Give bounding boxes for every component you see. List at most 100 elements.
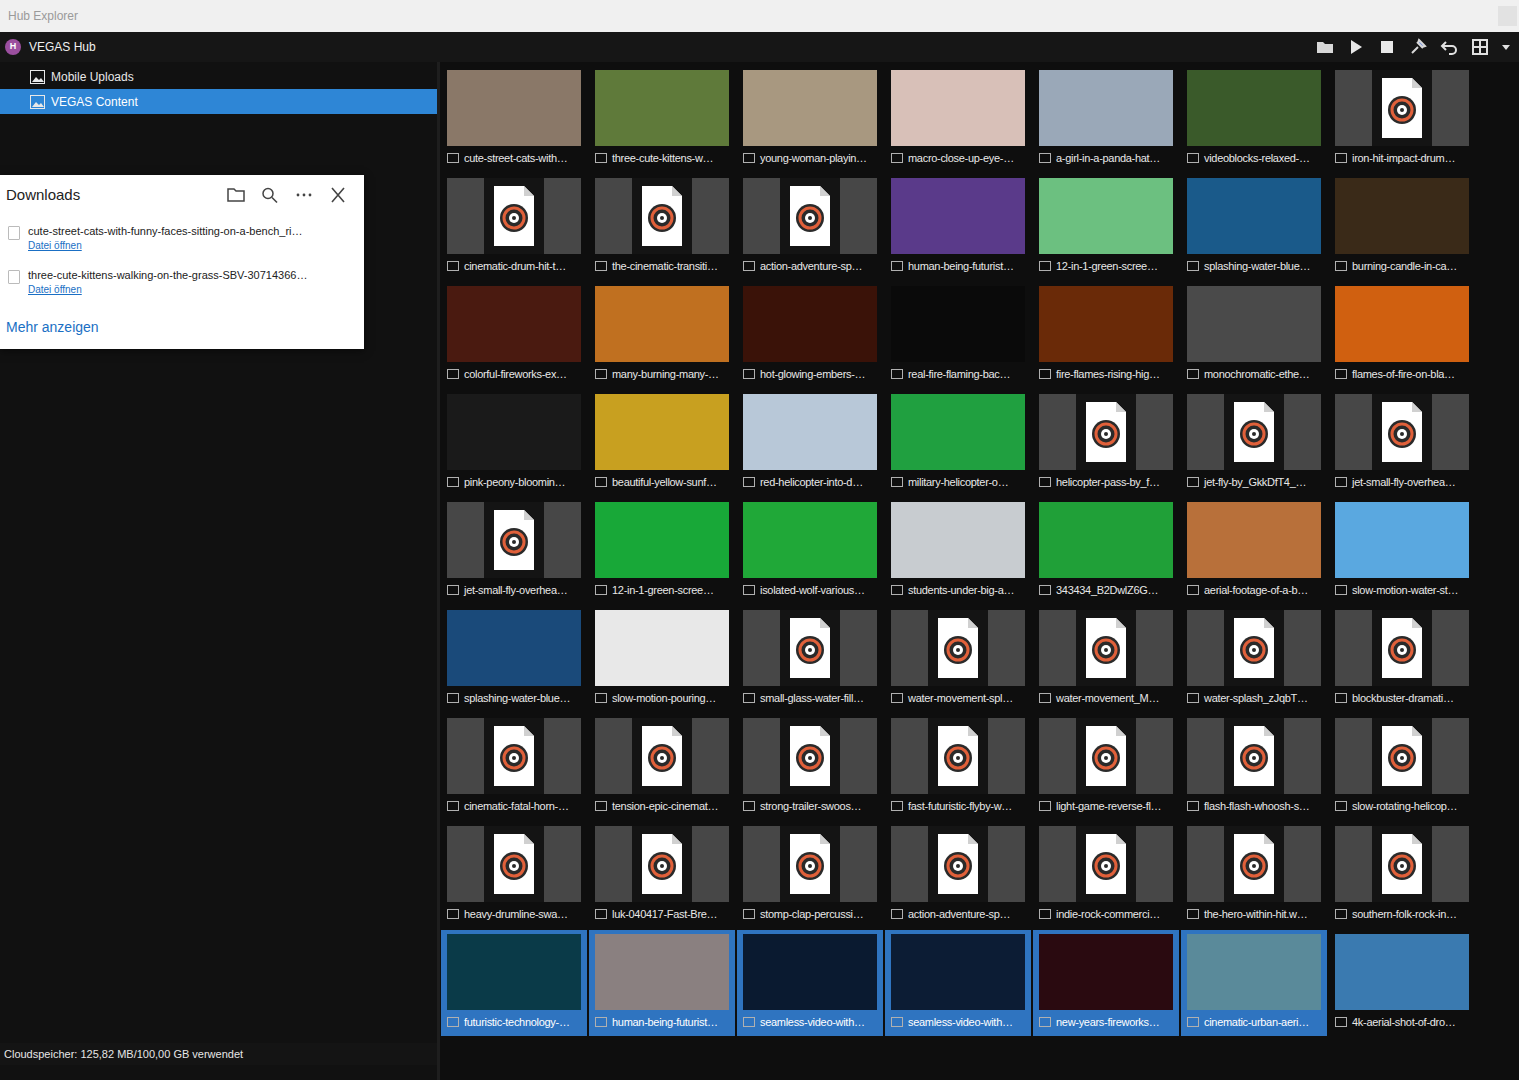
select-box-icon[interactable] — [743, 153, 755, 163]
video-thumbnail[interactable] — [447, 70, 581, 146]
media-tile[interactable]: many-burning-many-… — [589, 282, 735, 388]
select-box-icon[interactable] — [447, 261, 459, 271]
media-tile[interactable]: water-movement_M… — [1033, 606, 1179, 712]
media-tile[interactable]: southern-folk-rock-in… — [1329, 822, 1475, 928]
select-box-icon[interactable] — [891, 801, 903, 811]
window-control[interactable] — [1498, 6, 1517, 26]
video-thumbnail[interactable] — [1187, 502, 1321, 578]
stop-icon[interactable] — [1377, 37, 1397, 57]
select-box-icon[interactable] — [891, 1017, 903, 1027]
media-tile[interactable]: students-under-big-a… — [885, 498, 1031, 604]
search-icon[interactable] — [260, 186, 280, 204]
audio-thumbnail[interactable] — [1187, 394, 1321, 470]
media-tile[interactable]: indie-rock-commerci… — [1033, 822, 1179, 928]
media-tile[interactable]: action-adventure-sp… — [737, 174, 883, 280]
select-box-icon[interactable] — [891, 585, 903, 595]
show-more-link[interactable]: Mehr anzeigen — [6, 319, 99, 335]
select-box-icon[interactable] — [743, 477, 755, 487]
media-tile[interactable]: seamless-video-with… — [885, 930, 1031, 1036]
video-thumbnail[interactable] — [743, 70, 877, 146]
video-thumbnail[interactable] — [1335, 286, 1469, 362]
video-thumbnail[interactable] — [447, 394, 581, 470]
sidebar-label[interactable]: VEGAS Content — [51, 93, 138, 111]
open-folder-icon[interactable] — [226, 186, 246, 204]
video-thumbnail[interactable] — [743, 394, 877, 470]
pin-tool-icon[interactable] — [1408, 37, 1428, 57]
media-tile[interactable]: three-cute-kittens-w… — [589, 66, 735, 172]
audio-thumbnail[interactable] — [1039, 826, 1173, 902]
select-box-icon[interactable] — [891, 153, 903, 163]
select-box-icon[interactable] — [1335, 477, 1347, 487]
media-tile[interactable]: light-game-reverse-fl… — [1033, 714, 1179, 820]
sidebar-label[interactable]: Mobile Uploads — [51, 68, 134, 86]
media-tile[interactable]: jet-small-fly-overhea… — [441, 498, 587, 604]
select-box-icon[interactable] — [891, 477, 903, 487]
media-tile[interactable]: macro-close-up-eye-… — [885, 66, 1031, 172]
video-thumbnail[interactable] — [1039, 70, 1173, 146]
select-box-icon[interactable] — [595, 909, 607, 919]
audio-thumbnail[interactable] — [891, 610, 1025, 686]
media-tile[interactable]: stomp-clap-percussi… — [737, 822, 883, 928]
open-file-link[interactable]: Datei öffnen — [28, 239, 303, 253]
audio-thumbnail[interactable] — [1335, 394, 1469, 470]
audio-thumbnail[interactable] — [891, 826, 1025, 902]
select-box-icon[interactable] — [1187, 801, 1199, 811]
media-tile[interactable]: luk-040417-Fast-Bre… — [589, 822, 735, 928]
audio-thumbnail[interactable] — [1039, 394, 1173, 470]
select-box-icon[interactable] — [1039, 369, 1051, 379]
audio-thumbnail[interactable] — [1335, 718, 1469, 794]
media-tile[interactable]: jet-small-fly-overhea… — [1329, 390, 1475, 496]
video-thumbnail[interactable] — [743, 934, 877, 1010]
media-tile[interactable]: fire-flames-rising-hig… — [1033, 282, 1179, 388]
video-thumbnail[interactable] — [1187, 286, 1321, 362]
media-tile[interactable]: blockbuster-dramati… — [1329, 606, 1475, 712]
select-box-icon[interactable] — [891, 909, 903, 919]
media-tile[interactable]: slow-motion-pouring… — [589, 606, 735, 712]
media-tile[interactable]: a-girl-in-a-panda-hat… — [1033, 66, 1179, 172]
select-box-icon[interactable] — [1335, 261, 1347, 271]
audio-thumbnail[interactable] — [1335, 610, 1469, 686]
audio-thumbnail[interactable] — [447, 826, 581, 902]
audio-thumbnail[interactable] — [1187, 718, 1321, 794]
select-box-icon[interactable] — [743, 909, 755, 919]
video-thumbnail[interactable] — [1335, 934, 1469, 1010]
video-thumbnail[interactable] — [891, 502, 1025, 578]
media-tile[interactable]: slow-rotating-helicop… — [1329, 714, 1475, 820]
audio-thumbnail[interactable] — [743, 610, 877, 686]
media-tile[interactable]: colorful-fireworks-ex… — [441, 282, 587, 388]
media-tile[interactable]: cinematic-fatal-horn-… — [441, 714, 587, 820]
play-icon[interactable] — [1346, 37, 1366, 57]
select-box-icon[interactable] — [1187, 909, 1199, 919]
media-tile[interactable]: helicopter-pass-by_f… — [1033, 390, 1179, 496]
media-tile[interactable]: seamless-video-with… — [737, 930, 883, 1036]
select-box-icon[interactable] — [1335, 369, 1347, 379]
audio-thumbnail[interactable] — [1187, 610, 1321, 686]
video-thumbnail[interactable] — [595, 502, 729, 578]
audio-thumbnail[interactable] — [1039, 718, 1173, 794]
media-tile[interactable]: iron-hit-impact-drum… — [1329, 66, 1475, 172]
media-tile[interactable]: splashing-water-blue… — [1181, 174, 1327, 280]
sidebar-item[interactable]: Mobile Uploads — [0, 64, 437, 89]
select-box-icon[interactable] — [743, 801, 755, 811]
select-box-icon[interactable] — [1039, 801, 1051, 811]
select-box-icon[interactable] — [1039, 909, 1051, 919]
dropdown-icon[interactable] — [1501, 37, 1511, 57]
sidebar-item[interactable]: VEGAS Content — [0, 89, 437, 114]
select-box-icon[interactable] — [891, 693, 903, 703]
media-tile[interactable]: small-glass-water-fill… — [737, 606, 883, 712]
audio-thumbnail[interactable] — [743, 178, 877, 254]
media-tile[interactable]: hot-glowing-embers-… — [737, 282, 883, 388]
select-box-icon[interactable] — [595, 1017, 607, 1027]
select-box-icon[interactable] — [1039, 261, 1051, 271]
media-tile[interactable]: water-splash_zJqbT… — [1181, 606, 1327, 712]
select-box-icon[interactable] — [595, 477, 607, 487]
audio-thumbnail[interactable] — [891, 718, 1025, 794]
video-thumbnail[interactable] — [447, 286, 581, 362]
select-box-icon[interactable] — [447, 585, 459, 595]
select-box-icon[interactable] — [1039, 477, 1051, 487]
media-tile[interactable]: strong-trailer-swoos… — [737, 714, 883, 820]
select-box-icon[interactable] — [447, 153, 459, 163]
select-box-icon[interactable] — [595, 261, 607, 271]
select-box-icon[interactable] — [1039, 1017, 1051, 1027]
audio-thumbnail[interactable] — [743, 826, 877, 902]
